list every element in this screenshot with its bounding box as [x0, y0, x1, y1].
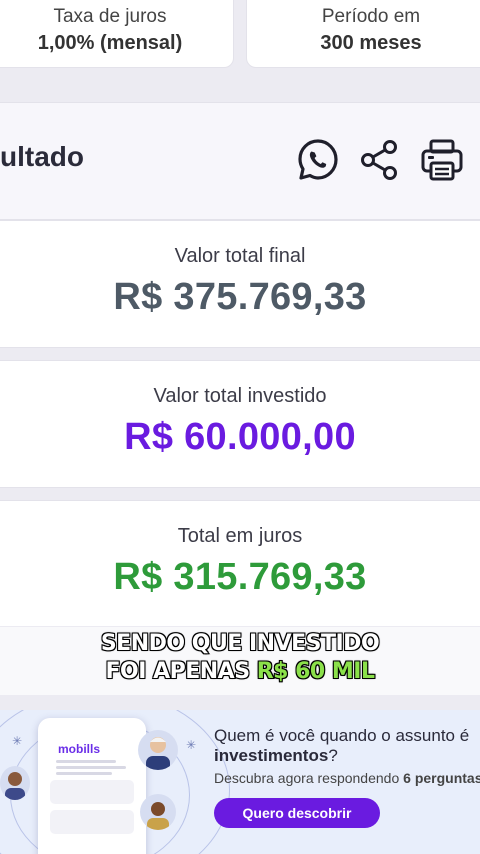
ad-subtitle-text: Descubra agora respondendo [214, 770, 404, 786]
interest-rate-value: 1,00% (mensal) [37, 32, 183, 54]
result-title: ultado [0, 141, 84, 172]
interest-rate-card: Taxa de juros 1,00% (mensal) [0, 0, 234, 68]
phone-option [50, 810, 134, 834]
summary-row: Taxa de juros 1,00% (mensal) Período em … [0, 0, 480, 72]
ad-title-text: Quem é você quando o assunto é [214, 726, 470, 745]
period-label: Período em [321, 6, 421, 27]
avatar [138, 730, 178, 770]
avatar [140, 794, 176, 830]
interest-rate-label: Taxa de juros [53, 6, 167, 27]
caption-prefix: FOI APENAS [104, 658, 257, 685]
video-caption-line2: FOI APENAS R$ 60 MIL [0, 658, 480, 686]
avatar [0, 766, 30, 800]
final-value-label: Valor total final [174, 245, 306, 267]
ad-title-bold: investimentos [214, 746, 329, 765]
sparkle-icon: ✳ [186, 738, 197, 752]
ad-banner[interactable]: ✳ ✳ mobills Quem é você quando o assunto… [0, 710, 480, 854]
caption-highlight: R$ 60 MIL [256, 658, 376, 685]
video-caption-line1: SENDO QUE INVESTIDO [100, 630, 381, 657]
ad-subtitle: Descubra agora respondendo 6 perguntas [214, 770, 480, 786]
interest-value-card: Total em juros R$ 315.769,33 [0, 500, 480, 628]
interest-value-label: Total em juros [177, 525, 303, 547]
final-value-amount: R$ 375.769,33 [113, 276, 367, 318]
interest-value-amount: R$ 315.769,33 [113, 556, 367, 598]
invested-value-card: Valor total investido R$ 60.000,00 [0, 360, 480, 488]
sparkle-icon: ✳ [12, 734, 23, 748]
ad-subtitle-bold: 6 perguntas [403, 770, 480, 786]
brand-logo: mobills [58, 742, 101, 756]
ad-title-suffix: ? [328, 746, 338, 765]
share-icon[interactable] [358, 137, 402, 183]
quero-descobrir-button[interactable]: Quero descobrir [214, 798, 380, 828]
invested-value-label: Valor total investido [153, 385, 327, 407]
phone-option [50, 780, 134, 804]
result-header: ultado [0, 102, 480, 220]
period-card: Período em 300 meses [246, 0, 480, 68]
whatsapp-icon[interactable] [296, 137, 340, 183]
phone-mockup: mobills [38, 718, 146, 854]
invested-value-amount: R$ 60.000,00 [124, 416, 356, 458]
final-value-card: Valor total final R$ 375.769,33 [0, 220, 480, 348]
period-value: 300 meses [320, 32, 422, 54]
printer-icon[interactable] [420, 137, 464, 183]
ad-title: Quem é você quando o assunto é investime… [214, 726, 480, 766]
